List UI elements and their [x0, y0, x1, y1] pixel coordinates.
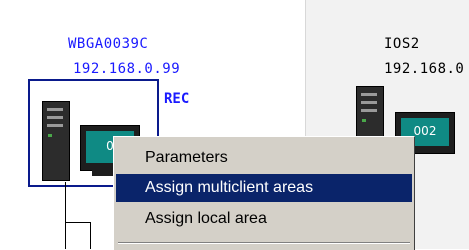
network-cable — [65, 182, 66, 249]
menu-item-assign-local-area[interactable]: Assign local area — [116, 205, 412, 233]
menu-separator — [118, 242, 410, 244]
context-menu: Parameters Assign multiclient areas Assi… — [113, 136, 415, 250]
network-cable-branch — [65, 222, 90, 223]
status-label: REC — [164, 91, 190, 107]
node-name-label: IOS2 — [384, 36, 420, 52]
node-ip-label: 192.168.0 — [384, 61, 465, 77]
menu-item-parameters[interactable]: Parameters — [116, 144, 412, 172]
node-ip-label: 192.168.0.99 — [73, 61, 181, 77]
menu-item-assign-multiclient-areas[interactable]: Assign multiclient areas — [116, 174, 412, 202]
node-name-label: WBGA0039C — [68, 36, 149, 52]
computer-tower-icon[interactable] — [42, 101, 70, 181]
network-cable-drop — [90, 222, 91, 249]
